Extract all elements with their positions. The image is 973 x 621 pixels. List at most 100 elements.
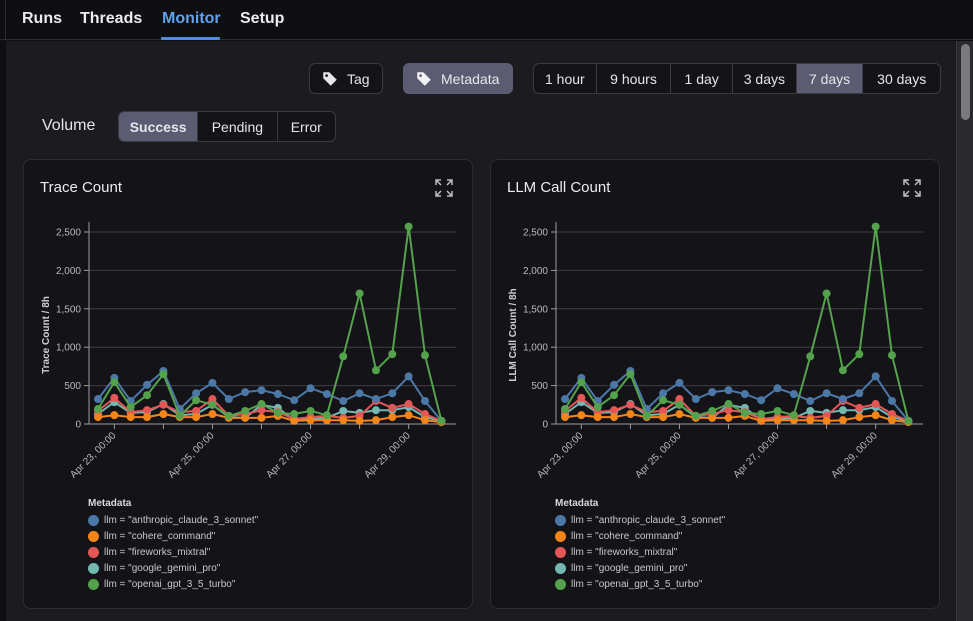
- data-point: [675, 410, 684, 419]
- legend-label: llm = "google_gemini_pro": [104, 562, 221, 574]
- data-point: [626, 410, 635, 419]
- y-tick-label: 2,000: [523, 266, 548, 277]
- tag-icon: [323, 71, 337, 86]
- data-point: [724, 413, 733, 422]
- data-point: [610, 413, 619, 422]
- data-point: [143, 406, 152, 415]
- scrollbar-thumb[interactable]: [961, 44, 970, 120]
- tab-threads[interactable]: Threads: [80, 10, 142, 28]
- data-point: [855, 350, 864, 359]
- data-point: [159, 400, 168, 409]
- data-point: [388, 403, 397, 412]
- y-axis-label: Trace Count / 8h: [41, 296, 52, 374]
- y-tick-label: 500: [531, 381, 548, 392]
- data-point: [208, 378, 217, 387]
- legend-item-cohere-command[interactable]: llm = "cohere_command": [555, 528, 725, 544]
- data-point: [388, 389, 397, 398]
- data-point: [888, 351, 896, 360]
- tab-setup[interactable]: Setup: [240, 10, 284, 28]
- legend-label: llm = "fireworks_mixtral": [104, 546, 211, 558]
- data-point: [626, 370, 635, 379]
- legend-item-fireworks-mixtral[interactable]: llm = "fireworks_mixtral": [555, 544, 725, 560]
- top-nav: Runs Threads Monitor Setup: [0, 0, 973, 40]
- data-point: [577, 411, 586, 420]
- data-point: [159, 370, 168, 379]
- legend-item-google-gemini-pro[interactable]: llm = "google_gemini_pro": [555, 560, 725, 576]
- volume-error[interactable]: Error: [278, 112, 335, 141]
- data-point: [192, 389, 201, 398]
- data-point: [273, 408, 282, 417]
- time-range-3-days[interactable]: 3 days: [733, 64, 797, 93]
- tab-monitor[interactable]: Monitor: [162, 10, 221, 28]
- data-point: [806, 406, 815, 415]
- data-point: [371, 395, 380, 404]
- x-tick-label: Apr 23, 00:00: [535, 430, 586, 481]
- legend-item-cohere-command[interactable]: llm = "cohere_command": [88, 528, 258, 544]
- time-range-1-day[interactable]: 1 day: [671, 64, 734, 93]
- legend-label: llm = "anthropic_claude_3_sonnet": [104, 514, 259, 526]
- data-point: [241, 413, 250, 422]
- data-point: [437, 416, 446, 425]
- data-point: [110, 411, 119, 420]
- data-point: [257, 400, 266, 409]
- data-point: [355, 389, 364, 398]
- volume-success[interactable]: Success: [119, 112, 199, 141]
- data-point: [192, 396, 201, 405]
- legend-item-openai-gpt-3-5-turbo[interactable]: llm = "openai_gpt_3_5_turbo": [88, 576, 258, 592]
- data-point: [855, 413, 864, 422]
- legend-title: Metadata: [555, 498, 599, 509]
- time-range-7-days[interactable]: 7 days: [796, 64, 864, 93]
- legend-swatch: [555, 514, 566, 526]
- legend-swatch: [88, 562, 99, 574]
- data-point: [740, 408, 749, 417]
- data-point: [208, 410, 217, 419]
- metadata-button[interactable]: Metadata: [403, 63, 513, 94]
- data-point: [322, 390, 331, 399]
- x-tick-label: Apr 27, 00:00: [264, 430, 315, 481]
- data-point: [724, 400, 733, 409]
- legend-item-google-gemini-pro[interactable]: llm = "google_gemini_pro": [88, 560, 258, 576]
- data-point: [838, 366, 847, 375]
- data-point: [306, 384, 315, 393]
- time-range-9-hours[interactable]: 9 hours: [597, 64, 672, 93]
- time-range-1-hour[interactable]: 1 hour: [534, 64, 597, 93]
- data-point: [871, 372, 880, 381]
- tag-button[interactable]: Tag: [309, 63, 383, 94]
- legend-item-openai-gpt-3-5-turbo[interactable]: llm = "openai_gpt_3_5_turbo": [555, 576, 725, 592]
- y-tick-label: 500: [64, 381, 81, 392]
- legend-item-anthropic-claude-3-sonnet[interactable]: llm = "anthropic_claude_3_sonnet": [88, 512, 258, 528]
- legend-swatch: [88, 514, 99, 526]
- y-tick-label: 0: [542, 420, 548, 431]
- time-range-30-days[interactable]: 30 days: [863, 64, 940, 93]
- legend-item-anthropic-claude-3-sonnet[interactable]: llm = "anthropic_claude_3_sonnet": [555, 512, 725, 528]
- data-point: [143, 380, 152, 389]
- data-point: [806, 396, 815, 405]
- data-point: [143, 413, 152, 422]
- scrollbar-track[interactable]: [956, 41, 973, 621]
- data-point: [888, 416, 896, 425]
- legend-swatch: [555, 546, 566, 558]
- data-point: [838, 395, 847, 404]
- data-point: [306, 406, 315, 415]
- data-point: [339, 406, 348, 415]
- legend-swatch: [88, 578, 99, 590]
- data-point: [740, 390, 749, 399]
- data-point: [290, 410, 299, 419]
- data-point: [143, 391, 152, 400]
- trace-count-chart: 0 500 1,000 1,500 2,000 2,500 Apr 23, 00:00 Apr…: [41, 222, 456, 481]
- data-point: [404, 372, 413, 381]
- tab-runs[interactable]: Runs: [22, 10, 62, 28]
- data-point: [257, 386, 266, 395]
- legend-item-fireworks-mixtral[interactable]: llm = "fireworks_mixtral": [88, 544, 258, 560]
- data-point: [577, 393, 586, 402]
- legend-label: llm = "google_gemini_pro": [571, 562, 688, 574]
- volume-pending[interactable]: Pending: [198, 112, 278, 141]
- data-point: [708, 406, 717, 415]
- data-point: [339, 396, 348, 405]
- data-point: [773, 406, 782, 415]
- data-point: [224, 395, 233, 404]
- data-point: [290, 396, 299, 405]
- data-point: [561, 413, 569, 422]
- y-tick-label: 2,500: [56, 228, 81, 239]
- chart-legend: Metadata llm = "anthropic_claude_3_sonnet…: [555, 498, 725, 592]
